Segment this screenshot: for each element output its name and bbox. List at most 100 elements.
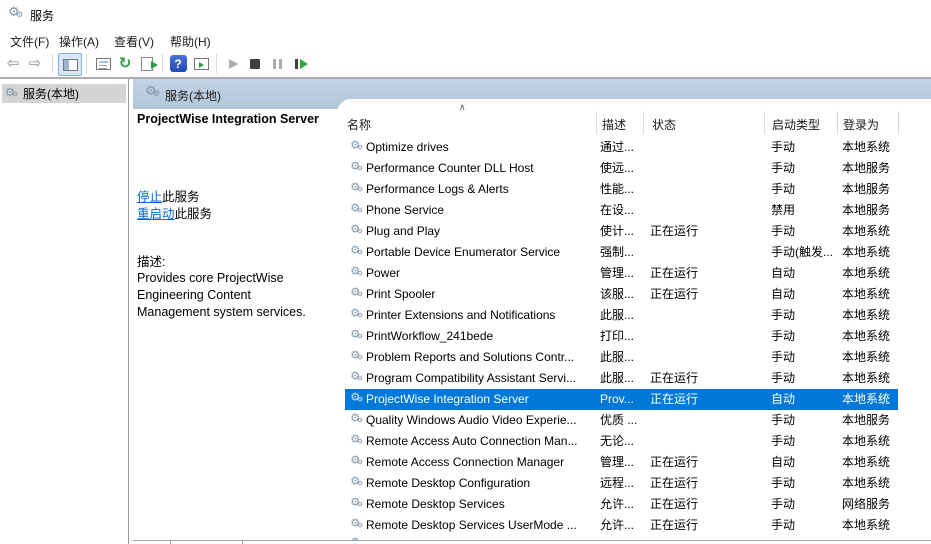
services-app-icon (8, 4, 24, 22)
help-icon[interactable]: ? (167, 53, 189, 74)
service-startup-cell: 手动 (771, 476, 796, 490)
service-gear-icon (350, 475, 364, 490)
service-desc-cell: Prov... (600, 392, 634, 406)
table-row[interactable]: Plug and Play 使计... 正在运行 手动 本地系统 (345, 221, 898, 242)
column-header-status[interactable]: 状态 (652, 116, 676, 133)
menu-action[interactable]: 操作(A) (55, 32, 103, 51)
export-list-icon[interactable] (136, 53, 158, 74)
tab-strip (133, 540, 931, 544)
table-row[interactable]: Optimize drives 通过... 手动 本地系统 (345, 137, 898, 158)
services-window: 服务 文件(F) 操作(A) 查看(V) 帮助(H) ⇦ ⇨ ↻ ? 服务(本地… (0, 0, 931, 544)
refresh-icon[interactable]: ↻ (114, 53, 136, 74)
service-startup-cell: 自动 (771, 455, 796, 469)
service-logon-cell: 本地系统 (842, 392, 891, 406)
services-list-panel: ∧ 名称 描述 状态 启动类型 登录为 Optimize drives 通过..… (337, 99, 931, 541)
service-name-cell: Problem Reports and Solutions Contr... (366, 350, 575, 364)
show-action-pane-icon[interactable] (190, 53, 212, 74)
restart-service-icon[interactable] (290, 53, 312, 74)
table-row[interactable]: Performance Logs & Alerts 性能... 手动 本地服务 (345, 179, 898, 200)
table-row[interactable]: Program Compatibility Assistant Servi...… (345, 368, 898, 389)
service-desc-cell: 打印... (600, 329, 635, 343)
service-logon-cell: 本地系统 (842, 434, 891, 448)
service-desc-cell: 优质 ... (600, 413, 638, 427)
service-startup-cell: 手动 (771, 497, 796, 511)
properties-icon[interactable] (92, 53, 114, 74)
start-service-icon[interactable] (222, 53, 244, 74)
table-row[interactable]: Remote Desktop Services UserMode ... 允许.… (345, 515, 898, 536)
services-gear-icon (5, 85, 19, 101)
back-icon[interactable]: ⇦ (2, 53, 24, 74)
service-name-cell: Program Compatibility Assistant Servi... (366, 371, 577, 385)
service-gear-icon (350, 517, 364, 532)
service-logon-cell: 本地系统 (842, 245, 891, 259)
list-header: ∧ 名称 描述 状态 启动类型 登录为 (337, 99, 931, 137)
service-gear-icon (350, 159, 364, 175)
service-status-cell (650, 410, 768, 431)
toolbar: ⇦ ⇨ ↻ ? (0, 50, 931, 77)
service-name-cell: Power (366, 266, 401, 280)
table-row[interactable]: Remote Access Connection Manager 管理... 正… (345, 452, 898, 473)
service-startup-cell: 手动 (771, 413, 796, 427)
forward-icon[interactable]: ⇨ (24, 53, 46, 74)
service-status-cell (650, 242, 768, 263)
table-row[interactable]: Performance Counter DLL Host 使远... 手动 本地… (345, 158, 898, 179)
table-row[interactable]: Printer Extensions and Notifications 此服.… (345, 305, 898, 326)
service-logon-cell: 网络服务 (842, 497, 891, 511)
menu-file[interactable]: 文件(F) (6, 32, 53, 51)
service-desc-cell: 强制... (600, 245, 635, 259)
column-separator[interactable] (898, 111, 899, 134)
service-desc-cell: 通过... (600, 140, 635, 154)
table-row[interactable]: PrintWorkflow_241bede 打印... 手动 本地系统 (345, 326, 898, 347)
table-row[interactable]: Remote Access Auto Connection Man... 无论.… (345, 431, 898, 452)
service-logon-cell: 本地服务 (842, 413, 891, 427)
menu-help[interactable]: 帮助(H) (166, 32, 215, 51)
table-row[interactable]: Phone Service 在设... 禁用 本地服务 (345, 200, 898, 221)
table-row[interactable]: Remote Desktop Configuration 远程... 正在运行 … (345, 473, 898, 494)
stop-service-link[interactable]: 停止 (137, 190, 162, 204)
column-separator[interactable] (596, 111, 597, 134)
pause-service-icon[interactable] (266, 53, 288, 74)
service-logon-cell: 本地系统 (842, 350, 891, 364)
service-status-cell: 正在运行 (650, 224, 699, 238)
service-desc-cell: 远程... (600, 476, 635, 490)
service-gear-icon (350, 328, 364, 343)
restart-service-link[interactable]: 重启动 (137, 207, 175, 221)
service-desc-cell: 此服... (600, 350, 635, 364)
column-header-startup[interactable]: 启动类型 (772, 116, 820, 133)
column-header-name[interactable]: 名称 (347, 116, 371, 133)
service-logon-cell: 本地系统 (842, 287, 891, 301)
service-startup-cell: 手动 (771, 140, 796, 154)
service-name-cell: Remote Desktop Services UserMode ... (366, 518, 577, 532)
table-row[interactable]: Portable Device Enumerator Service 强制...… (345, 242, 898, 263)
title-bar: 服务 (0, 0, 931, 27)
column-header-logon[interactable]: 登录为 (843, 116, 879, 133)
service-name-cell: Performance Logs & Alerts (366, 182, 509, 196)
column-separator[interactable] (643, 111, 644, 134)
service-logon-cell: 本地服务 (842, 182, 891, 196)
service-startup-cell: 禁用 (771, 203, 796, 217)
table-row[interactable]: Remote Desktop Services 允许... 正在运行 手动 网络… (345, 494, 898, 515)
window-title: 服务 (30, 9, 55, 23)
table-row[interactable]: Power 管理... 正在运行 自动 本地系统 (345, 263, 898, 284)
column-separator[interactable] (764, 111, 765, 134)
description-label: 描述: (137, 255, 166, 269)
service-gear-icon (350, 180, 364, 196)
table-row[interactable]: Quality Windows Audio Video Experie... 优… (345, 410, 898, 431)
service-desc-cell: 使计... (600, 224, 635, 238)
show-console-tree-icon[interactable] (58, 53, 82, 76)
service-logon-cell: 本地系统 (842, 518, 891, 532)
services-gear-icon (145, 83, 161, 101)
service-startup-cell: 手动 (771, 182, 796, 196)
service-name-cell: Phone Service (366, 203, 445, 217)
column-header-desc[interactable]: 描述 (602, 116, 626, 133)
service-gear-icon (350, 454, 364, 469)
tree-item-label: 服务(本地) (23, 87, 79, 101)
table-row[interactable]: Print Spooler 该服... 正在运行 自动 本地系统 (345, 284, 898, 305)
menu-view[interactable]: 查看(V) (110, 32, 158, 51)
table-row[interactable]: Problem Reports and Solutions Contr... 此… (345, 347, 898, 368)
column-separator[interactable] (837, 111, 838, 134)
service-desc-cell: 性能... (600, 182, 635, 196)
tree-item-services-local[interactable]: 服务(本地) (2, 84, 126, 103)
stop-service-icon[interactable] (244, 53, 266, 74)
table-row[interactable]: ProjectWise Integration Server Prov... 正… (345, 389, 898, 410)
